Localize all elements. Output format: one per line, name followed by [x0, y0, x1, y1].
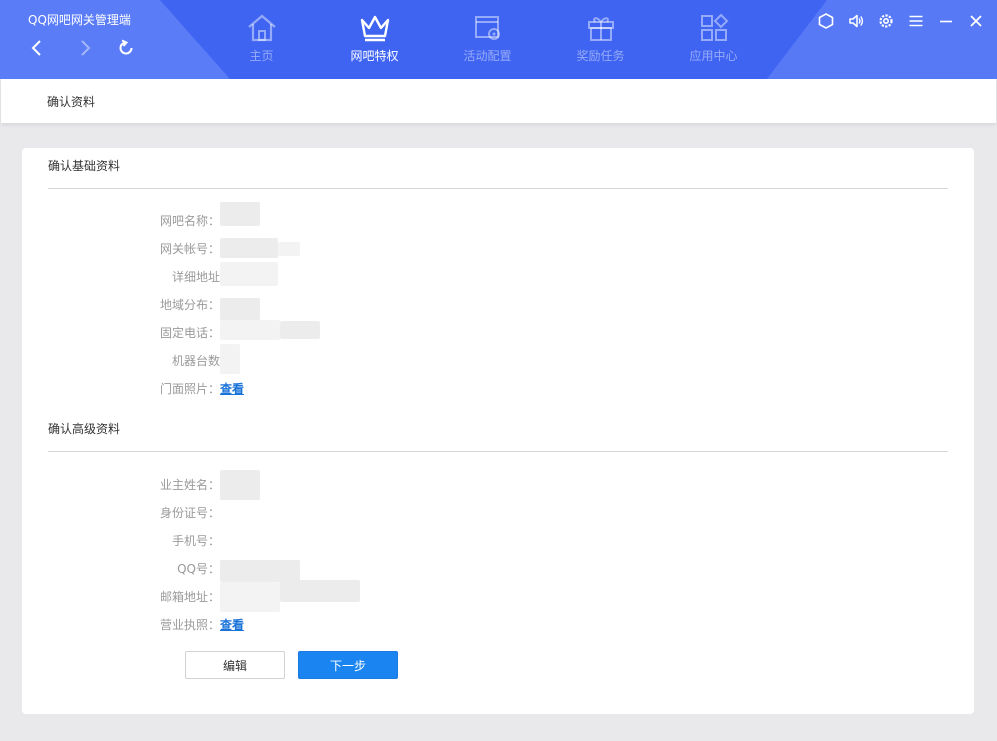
- menu-icon: [909, 15, 923, 27]
- basic-info-title: 确认基础资料: [48, 159, 121, 173]
- crown-icon: [360, 15, 389, 42]
- window-controls: [815, 10, 987, 32]
- field-phone: 固定电话：: [22, 322, 220, 342]
- redacted-value: [280, 580, 360, 602]
- field-label: 机器台数: [171, 353, 220, 368]
- gift-icon: [587, 17, 614, 41]
- chevron-left-icon: [31, 40, 41, 56]
- field-label: 详细地址: [171, 269, 220, 284]
- advanced-info-divider: [48, 451, 948, 452]
- field-label: 网关帐号：: [159, 241, 220, 256]
- redacted-value: [220, 560, 300, 582]
- field-label: 手机号：: [171, 533, 220, 548]
- gear-icon: [879, 14, 893, 28]
- main-nav-tabs: 主页 网吧特权 活动配置 奖励任务 应用中心: [205, 0, 770, 79]
- redacted-value: [220, 582, 280, 612]
- redacted-value: [220, 344, 240, 374]
- field-business-license: 营业执照： 查看: [22, 614, 244, 634]
- redacted-value: [220, 202, 260, 226]
- confirm-info-card: 确认基础资料 网吧名称： 网关帐号： 详细地址 地域分布： 固定电话： 机器台数…: [22, 148, 974, 714]
- cube-icon: [818, 13, 834, 29]
- activity-config-icon: [474, 16, 500, 40]
- redacted-value: [220, 320, 280, 340]
- refresh-button[interactable]: [115, 36, 137, 60]
- tab-home[interactable]: 主页: [205, 0, 318, 79]
- settings-button[interactable]: [875, 10, 897, 32]
- field-label: 固定电话：: [159, 325, 220, 340]
- edit-button[interactable]: 编辑: [185, 651, 285, 679]
- tab-home-label: 主页: [249, 49, 274, 63]
- tab-activity-config-label: 活动配置: [463, 49, 512, 63]
- plugin-button[interactable]: [815, 10, 837, 32]
- speaker-icon: [849, 14, 864, 28]
- field-label: 业主姓名：: [159, 477, 220, 492]
- chevron-right-icon: [81, 40, 91, 56]
- tab-app-center-label: 应用中心: [689, 49, 738, 63]
- next-step-button[interactable]: 下一步: [298, 651, 398, 679]
- app-title: QQ网吧网关管理端: [28, 13, 131, 27]
- redacted-value: [220, 238, 278, 258]
- view-photo-link[interactable]: 查看: [220, 380, 244, 397]
- close-icon: [970, 15, 982, 27]
- field-address: 详细地址: [22, 266, 220, 286]
- title-bar: QQ网吧网关管理端 主页 网吧特权 活动配置 奖励任务 应用中心: [0, 0, 997, 79]
- field-netbar-name: 网吧名称：: [22, 210, 220, 230]
- tab-app-center[interactable]: 应用中心: [657, 0, 770, 79]
- field-label: 网吧名称：: [159, 213, 220, 228]
- redacted-value: [280, 321, 320, 339]
- field-gateway-account: 网关帐号：: [22, 238, 220, 258]
- forward-button[interactable]: [74, 36, 96, 60]
- menu-button[interactable]: [905, 10, 927, 32]
- sound-button[interactable]: [845, 10, 867, 32]
- field-storefront-photo: 门面照片： 查看: [22, 378, 244, 398]
- field-label: 邮箱地址：: [159, 589, 220, 604]
- page-header: 确认资料: [1, 79, 996, 123]
- tab-privilege[interactable]: 网吧特权: [318, 0, 431, 79]
- home-icon: [247, 14, 276, 42]
- redacted-value: [278, 242, 300, 256]
- close-button[interactable]: [965, 10, 987, 32]
- tab-reward-task[interactable]: 奖励任务: [544, 0, 657, 79]
- redacted-value: [220, 470, 260, 500]
- redacted-value: [220, 298, 260, 320]
- field-region: 地域分布：: [22, 294, 220, 314]
- field-machine-count: 机器台数: [22, 350, 220, 370]
- redacted-value: [220, 262, 278, 286]
- field-qq: QQ号：: [22, 558, 220, 578]
- field-label: 营业执照：: [159, 617, 220, 632]
- field-label: 身份证号：: [159, 505, 220, 520]
- field-owner-name: 业主姓名：: [22, 474, 220, 494]
- tab-reward-task-label: 奖励任务: [576, 49, 625, 63]
- field-id-number: 身份证号：: [22, 502, 220, 522]
- minimize-button[interactable]: [935, 10, 957, 32]
- tab-activity-config[interactable]: 活动配置: [431, 0, 544, 79]
- minimize-icon: [940, 20, 952, 23]
- tab-privilege-label: 网吧特权: [350, 49, 399, 63]
- field-email: 邮箱地址：: [22, 586, 220, 606]
- view-license-link[interactable]: 查看: [220, 616, 244, 633]
- field-label: 门面照片：: [159, 381, 220, 396]
- advanced-info-title: 确认高级资料: [48, 422, 121, 436]
- apps-icon: [700, 13, 728, 41]
- refresh-icon: [119, 39, 133, 55]
- page-title: 确认资料: [47, 95, 96, 109]
- field-label: QQ号：: [177, 561, 220, 576]
- field-mobile: 手机号：: [22, 530, 220, 550]
- field-label: 地域分布：: [159, 297, 220, 312]
- back-button[interactable]: [26, 36, 48, 60]
- basic-info-divider: [48, 188, 948, 189]
